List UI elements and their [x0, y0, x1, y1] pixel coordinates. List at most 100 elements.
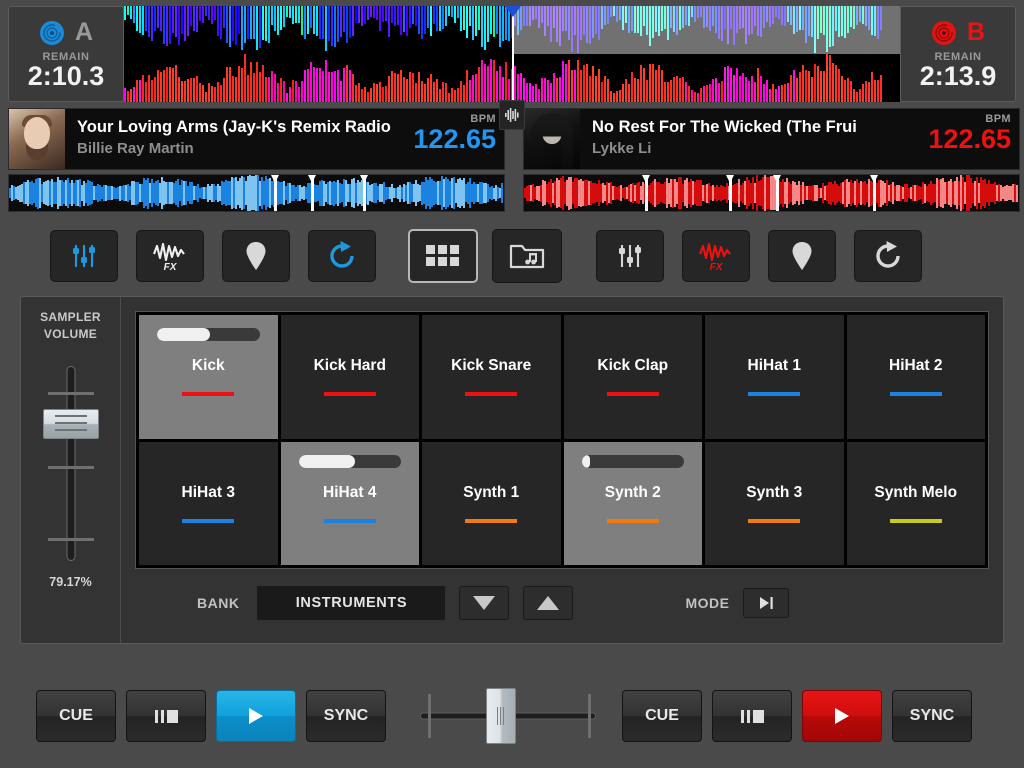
- bank-display[interactable]: INSTRUMENTS: [257, 586, 446, 620]
- deck-b-sync-button[interactable]: SYNC: [892, 690, 972, 742]
- sampler-pad[interactable]: Kick Hard: [280, 315, 419, 439]
- bank-prev-button[interactable]: [459, 586, 510, 620]
- deck-b-cue-button[interactable]: [768, 230, 836, 282]
- deck-b-loop-button[interactable]: [854, 230, 922, 282]
- deck-b-pause-button[interactable]: [712, 690, 792, 742]
- loop-reload-icon: [876, 241, 900, 268]
- deck-a-fx-button[interactable]: FX: [136, 230, 204, 282]
- deck-b-fx-button[interactable]: FX: [682, 230, 750, 282]
- pad-color-bar: [323, 392, 376, 397]
- deck-a-track-panel: Your Loving Arms (Jay-K's Remix Radio Ed…: [8, 108, 505, 212]
- pad-color-bar: [748, 392, 801, 397]
- sampler-pad[interactable]: Kick Snare: [422, 315, 561, 439]
- mode-button[interactable]: [743, 588, 790, 618]
- pad-label: HiHat 3: [181, 483, 235, 501]
- deck-a-bpm-value: 122.65: [413, 124, 496, 154]
- deck-b-track-artist: Lykke Li: [592, 140, 652, 158]
- pad-color-bar: [889, 518, 942, 523]
- deck-a-track-title: Your Loving Arms (Jay-K's Remix Radio Ed…: [77, 118, 394, 136]
- eq-mixer-icon: [73, 245, 95, 267]
- deck-b-play-button[interactable]: [802, 690, 882, 742]
- deck-a-transport: CUE SYNC: [36, 690, 386, 742]
- pad-color-bar: [323, 518, 376, 523]
- deck-a-loop-button[interactable]: [308, 230, 376, 282]
- fx-waveform-icon: FX: [153, 242, 185, 272]
- pad-label: Kick Hard: [313, 357, 386, 375]
- deck-b-eq-button[interactable]: [596, 230, 664, 282]
- pad-color-bar: [606, 392, 659, 397]
- slider-tick: [47, 391, 94, 395]
- sampler-volume-value: 79.17%: [49, 574, 92, 589]
- pad-label: Synth Melo: [874, 483, 958, 501]
- sampler-volume-label: SAMPLER VOLUME: [40, 309, 101, 344]
- deck-b-badge-top: B: [931, 18, 985, 48]
- pad-label: Synth 1: [463, 483, 520, 501]
- deck-a-track-overview[interactable]: [8, 174, 505, 212]
- deck-a-cue-button[interactable]: CUE: [36, 690, 116, 742]
- pad-label: Kick: [191, 357, 225, 375]
- crossfader-handle[interactable]: [485, 688, 516, 744]
- main-waveform-display[interactable]: [124, 6, 900, 102]
- deck-a-track-text: Your Loving Arms (Jay-K's Remix Radio Ed…: [65, 109, 400, 169]
- deck-a-track-artist: Billie Ray Martin: [77, 140, 194, 158]
- deck-a-track-meta[interactable]: Your Loving Arms (Jay-K's Remix Radio Ed…: [8, 108, 505, 170]
- bank-next-button[interactable]: [523, 586, 574, 620]
- pad-color-bar: [465, 392, 518, 397]
- waveform-zoom-button[interactable]: [499, 100, 525, 130]
- deck-b-track-overview[interactable]: [523, 174, 1020, 212]
- pad-color-bar: [465, 518, 518, 523]
- sampler-pad[interactable]: HiHat 4: [280, 441, 419, 565]
- deck-a-cue-button[interactable]: [222, 230, 290, 282]
- pad-label: Kick Snare: [451, 357, 532, 375]
- pads-view-button[interactable]: [408, 229, 478, 283]
- pad-label: Synth 2: [604, 483, 661, 501]
- sampler-bank-row: BANK INSTRUMENTS MODE: [135, 569, 989, 637]
- deck-a-eq-button[interactable]: [50, 230, 118, 282]
- slider-handle[interactable]: [42, 408, 99, 439]
- crossfader[interactable]: [420, 688, 596, 744]
- deck-a-remain-time: 2:10.3: [27, 60, 105, 91]
- deck-b-track-text: No Rest For The Wicked (The Frui Lykke L…: [580, 109, 915, 169]
- deck-b-cue-button[interactable]: CUE: [622, 690, 702, 742]
- cue-pin-icon: [246, 242, 266, 270]
- pause-stop-icon: [740, 709, 764, 723]
- sampler-pad[interactable]: Synth 3: [705, 441, 844, 565]
- vinyl-record-icon: [931, 20, 957, 46]
- deck-a-album-art: [9, 109, 65, 169]
- eq-mixer-icon: [619, 245, 641, 267]
- sampler-pad[interactable]: Synth 1: [422, 441, 561, 565]
- sampler-pad[interactable]: Synth 2: [563, 441, 702, 565]
- sampler-pad[interactable]: HiHat 1: [705, 315, 844, 439]
- deck-b-transport: CUE SYNC: [622, 690, 972, 742]
- deck-b-track-panel: No Rest For The Wicked (The Frui Lykke L…: [523, 108, 1020, 212]
- deck-b-album-art: [524, 109, 580, 169]
- sampler-pad[interactable]: HiHat 2: [846, 315, 985, 439]
- sampler-pad[interactable]: HiHat 3: [139, 441, 278, 565]
- playhead-marker[interactable]: [505, 6, 521, 102]
- deck-b-bpm-box[interactable]: BPM 122.65: [915, 109, 1019, 169]
- sampler-pad[interactable]: Kick: [139, 315, 278, 439]
- deck-a-sync-button[interactable]: SYNC: [306, 690, 386, 742]
- pad-color-bar: [889, 392, 942, 397]
- deck-a-bpm-box[interactable]: BPM 122.65: [400, 109, 504, 169]
- waveform-icon: [505, 108, 519, 122]
- sampler-volume-slider[interactable]: [41, 365, 101, 561]
- pad-progress-bar: [157, 328, 260, 341]
- deck-b-toolbar-group: FX: [596, 230, 922, 282]
- sampler-pad[interactable]: Kick Clap: [563, 315, 702, 439]
- play-to-end-icon: [760, 597, 774, 609]
- sampler-pad[interactable]: Synth Melo: [846, 441, 985, 565]
- waveform-strip: A REMAIN 2:10.3 B REMAIN 2:13.9: [0, 0, 1024, 108]
- deck-b-track-meta[interactable]: No Rest For The Wicked (The Frui Lykke L…: [523, 108, 1020, 170]
- deck-b-track-title: No Rest For The Wicked (The Frui: [592, 118, 857, 136]
- deck-a-pause-button[interactable]: [126, 690, 206, 742]
- library-view-button[interactable]: [492, 229, 562, 283]
- grid-pads-icon: [426, 245, 459, 266]
- pad-color-bar: [748, 518, 801, 523]
- sampler-volume-column: SAMPLER VOLUME 79.17%: [21, 297, 121, 643]
- play-icon: [249, 708, 263, 724]
- fx-waveform-icon: FX: [699, 242, 731, 272]
- sampler-volume-label-line1: SAMPLER: [40, 310, 101, 324]
- deck-a-play-button[interactable]: [216, 690, 296, 742]
- pad-label: HiHat 4: [323, 483, 377, 501]
